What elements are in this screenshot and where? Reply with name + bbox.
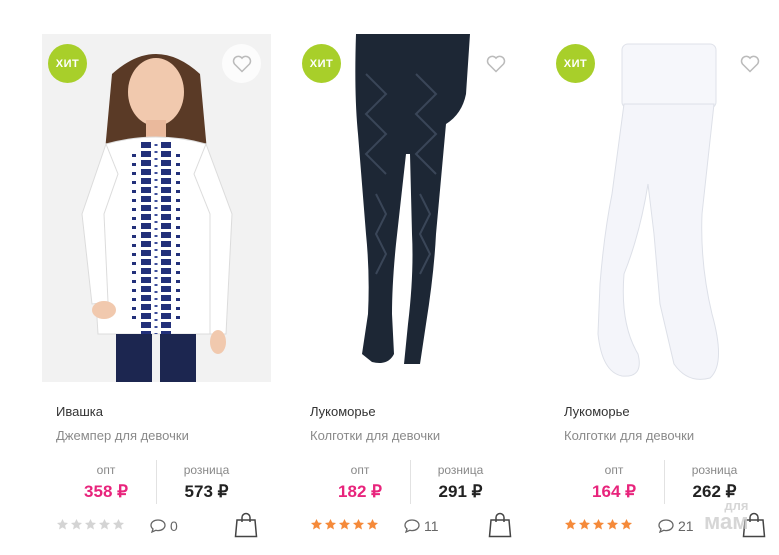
- comments-count[interactable]: 0: [150, 518, 178, 534]
- hit-badge: ХИТ: [302, 44, 341, 83]
- wholesale-value: 164 ₽: [592, 482, 636, 501]
- retail-price: розница 291 ₽: [410, 460, 510, 504]
- star-icon: [56, 518, 69, 530]
- hit-badge: ХИТ: [556, 44, 595, 83]
- star-icon: [578, 518, 591, 530]
- comments-value: 0: [170, 518, 178, 534]
- product-card[interactable]: ХИТ Ивашка Джемпер для девочки опт 358 ₽…: [42, 34, 272, 555]
- star-icon: [606, 518, 619, 530]
- product-brand[interactable]: Лукоморье: [310, 404, 376, 419]
- product-brand[interactable]: Лукоморье: [564, 404, 630, 419]
- wholesale-label: опт: [96, 463, 116, 477]
- star-icon: [324, 518, 337, 530]
- product-brand[interactable]: Ивашка: [56, 404, 103, 419]
- star-icon: [592, 518, 605, 530]
- star-icon: [352, 518, 365, 530]
- retail-label: розница: [437, 463, 484, 477]
- favorite-heart-icon[interactable]: [222, 44, 261, 83]
- product-image[interactable]: ХИТ: [550, 34, 779, 382]
- product-description[interactable]: Колготки для девочки: [310, 428, 440, 443]
- wholesale-price: опт 358 ₽: [56, 460, 156, 504]
- comments-count[interactable]: 21: [658, 518, 694, 534]
- retail-label: розница: [691, 463, 738, 477]
- retail-price: розница 262 ₽: [664, 460, 764, 504]
- product-image[interactable]: ХИТ: [42, 34, 271, 382]
- white-tights-photo: [550, 34, 779, 382]
- retail-price: розница 573 ₽: [156, 460, 256, 504]
- product-card[interactable]: ХИТ Лукоморье Колготки для девочки опт 1…: [550, 34, 779, 555]
- add-to-cart-bag-icon[interactable]: [234, 512, 258, 538]
- favorite-heart-icon[interactable]: [730, 44, 769, 83]
- retail-label: розница: [183, 463, 230, 477]
- star-icon: [112, 518, 125, 530]
- site-watermark: для мам: [704, 499, 749, 534]
- hit-badge: ХИТ: [48, 44, 87, 83]
- comments-value: 11: [424, 518, 439, 534]
- add-to-cart-bag-icon[interactable]: [488, 512, 512, 538]
- product-description[interactable]: Джемпер для девочки: [56, 428, 189, 443]
- comment-icon: [404, 519, 420, 533]
- wholesale-value: 358 ₽: [84, 482, 128, 501]
- star-icon: [564, 518, 577, 530]
- star-icon: [98, 518, 111, 530]
- star-icon: [310, 518, 323, 530]
- star-icon: [338, 518, 351, 530]
- favorite-heart-icon[interactable]: [476, 44, 515, 83]
- watermark-line-2: мам: [704, 508, 749, 534]
- product-description[interactable]: Колготки для девочки: [564, 428, 694, 443]
- product-card[interactable]: ХИТ Лукоморье Колготки для девочки опт 1…: [296, 34, 526, 555]
- navy-tights-photo: [296, 34, 525, 382]
- product-image[interactable]: ХИТ: [296, 34, 525, 382]
- wholesale-label: опт: [604, 463, 624, 477]
- star-icon: [70, 518, 83, 530]
- star-icon: [84, 518, 97, 530]
- rating-stars: [564, 518, 633, 531]
- rating-stars: [310, 518, 379, 531]
- girl-jumper-photo: [42, 34, 271, 382]
- wholesale-label: опт: [350, 463, 370, 477]
- rating-stars: [56, 518, 125, 531]
- star-icon: [620, 518, 633, 530]
- wholesale-price: опт 182 ₽: [310, 460, 410, 504]
- retail-value: 573 ₽: [184, 482, 229, 501]
- star-icon: [366, 518, 379, 530]
- wholesale-value: 182 ₽: [338, 482, 382, 501]
- comment-icon: [150, 519, 166, 533]
- price-box: опт 358 ₽ розница 573 ₽: [56, 460, 256, 504]
- retail-value: 262 ₽: [692, 482, 737, 501]
- wholesale-price: опт 164 ₽: [564, 460, 664, 504]
- comments-count[interactable]: 11: [404, 518, 439, 534]
- price-box: опт 182 ₽ розница 291 ₽: [310, 460, 510, 504]
- comments-value: 21: [678, 518, 694, 534]
- retail-value: 291 ₽: [438, 482, 483, 501]
- comment-icon: [658, 519, 674, 533]
